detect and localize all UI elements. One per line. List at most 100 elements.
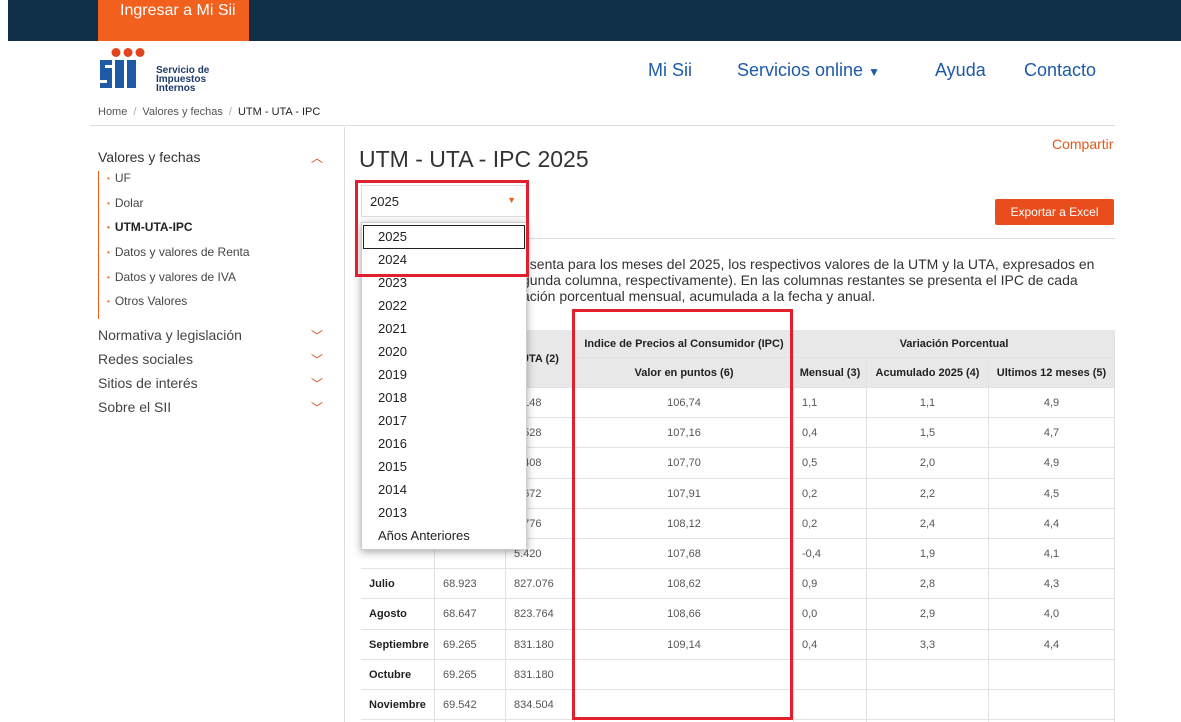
header-mensual: Mensual (3) xyxy=(794,358,867,388)
sidebar-item-otros[interactable]: • Otros Valores xyxy=(107,294,333,319)
table-cell-mes: Noviembre xyxy=(361,690,435,721)
chevron-down-icon: ﹀ xyxy=(310,401,323,416)
logo-text: Servicio de Impuestos Internos xyxy=(156,65,210,94)
sidebar-item-dolar[interactable]: • Dolar xyxy=(107,196,333,221)
table-cell-acum: 1,5 xyxy=(867,418,989,449)
divider xyxy=(344,127,345,722)
table-cell-utm: 69.542 xyxy=(435,690,506,721)
divider xyxy=(90,125,1115,126)
sii-logo-icon xyxy=(100,48,145,88)
table-cell-uta: 823.764 xyxy=(506,599,575,630)
table-cell-mensual xyxy=(794,690,867,721)
sidebar-category-sitios[interactable]: Sitios de interés ﹀ xyxy=(98,375,333,399)
sii-logo[interactable]: Servicio de Impuestos Internos xyxy=(98,48,238,94)
table-cell-utm: 68.647 xyxy=(435,599,506,630)
sidebar-item-renta[interactable]: • Datos y valores de Renta xyxy=(107,245,333,270)
table-cell-acum: 2,8 xyxy=(867,569,989,600)
bullet-icon: • xyxy=(107,248,110,258)
table-cell-u12: 4,1 xyxy=(989,539,1115,570)
table-cell-u12: 4,9 xyxy=(989,448,1115,479)
top-bar: Ingresar a Mi Sii xyxy=(8,0,1181,41)
table-cell-acum: 2,9 xyxy=(867,599,989,630)
table-cell-acum: 2,0 xyxy=(867,448,989,479)
page-description: esenta para los meses del 2025, los resp… xyxy=(522,256,1095,304)
table-cell-mensual: -0,4 xyxy=(794,539,867,570)
highlight-box-year xyxy=(355,180,529,277)
header-var: Variación Porcentual xyxy=(794,330,1115,358)
sidebar-category-sobre[interactable]: Sobre el SII ﹀ xyxy=(98,399,333,423)
login-button[interactable]: Ingresar a Mi Sii xyxy=(98,0,249,41)
table-cell-u12: 4,9 xyxy=(989,388,1115,419)
table-cell-mensual: 0,4 xyxy=(794,629,867,660)
table-cell-acum: 1,1 xyxy=(867,388,989,419)
table-cell-u12 xyxy=(989,690,1115,721)
table-cell-mensual: 0,4 xyxy=(794,418,867,449)
bullet-icon: • xyxy=(107,174,110,183)
highlight-box-ipc xyxy=(572,309,793,720)
year-option[interactable]: 2017 xyxy=(362,410,526,432)
table-cell-mensual: 0,9 xyxy=(794,569,867,600)
sidebar-category-normativa[interactable]: Normativa y legislación ﹀ xyxy=(98,327,333,351)
year-option[interactable]: 2019 xyxy=(362,364,526,386)
nav-servicios-online[interactable]: Servicios online ▼ xyxy=(737,60,880,81)
table-cell-uta: 827.076 xyxy=(506,569,575,600)
table-cell-u12 xyxy=(989,659,1115,690)
breadcrumb-valores[interactable]: Valores y fechas xyxy=(142,106,223,118)
sidebar-item-uf[interactable]: • UF xyxy=(107,171,333,196)
year-option[interactable]: 2020 xyxy=(362,341,526,363)
table-cell-acum xyxy=(867,690,989,721)
nav-mi-sii[interactable]: Mi Sii xyxy=(648,60,692,81)
caret-down-icon: ▼ xyxy=(868,65,880,79)
year-option[interactable]: 2018 xyxy=(362,387,526,409)
nav-ayuda[interactable]: Ayuda xyxy=(935,60,986,81)
breadcrumb-current: UTM - UTA - IPC xyxy=(237,106,321,118)
year-option[interactable]: 2013 xyxy=(362,502,526,524)
table-cell-u12: 4,7 xyxy=(989,418,1115,449)
breadcrumb: Home / Valores y fechas / UTM - UTA - IPC xyxy=(98,106,321,118)
year-option[interactable]: 2022 xyxy=(362,295,526,317)
table-cell-mensual: 0,2 xyxy=(794,508,867,539)
table-cell-mensual: 0,2 xyxy=(794,478,867,509)
year-option[interactable]: 2016 xyxy=(362,433,526,455)
share-link[interactable]: Compartir xyxy=(1052,136,1113,152)
table-cell-utm: 69.265 xyxy=(435,629,506,660)
table-cell-mensual xyxy=(794,659,867,690)
bullet-icon: • xyxy=(107,223,110,233)
table-cell-uta: 831.180 xyxy=(506,659,575,690)
sidebar-item-iva[interactable]: • Datos y valores de IVA xyxy=(107,270,333,295)
sidebar-category-redes[interactable]: Redes sociales ﹀ xyxy=(98,351,333,375)
sidebar: Valores y fechas ︿ • UF • Dolar • UTM-UTA-I… xyxy=(98,149,333,423)
divider xyxy=(528,238,1115,239)
year-option[interactable]: 2015 xyxy=(362,456,526,478)
header-acum: Acumulado 2025 (4) xyxy=(867,358,989,388)
bullet-icon: • xyxy=(107,198,110,208)
table-cell-uta: 834.504 xyxy=(506,690,575,721)
table-cell-acum xyxy=(867,659,989,690)
table-cell-u12: 4,4 xyxy=(989,629,1115,660)
sidebar-section-valores[interactable]: Valores y fechas ︿ xyxy=(98,149,333,169)
sidebar-item-utm-uta-ipc[interactable]: • UTM-UTA-IPC xyxy=(107,220,333,245)
table-cell-mes: Octubre xyxy=(361,659,435,690)
chevron-down-icon: ﹀ xyxy=(310,377,323,392)
sidebar-sub-list: • UF • Dolar • UTM-UTA-IPC • Datos y valores… xyxy=(98,171,333,320)
nav-contacto[interactable]: Contacto xyxy=(1024,60,1096,81)
bullet-icon: • xyxy=(107,272,110,282)
table-cell-acum: 3,3 xyxy=(867,629,989,660)
table-cell-u12: 4,4 xyxy=(989,508,1115,539)
table-cell-mes: Julio xyxy=(361,569,435,600)
year-option[interactable]: 2021 xyxy=(362,318,526,340)
table-cell-u12: 4,5 xyxy=(989,478,1115,509)
site-header: Servicio de Impuestos Internos Mi Sii Se… xyxy=(0,41,1181,103)
chevron-down-icon: ﹀ xyxy=(310,329,323,344)
chevron-down-icon: ﹀ xyxy=(310,353,323,368)
table-cell-u12: 4,3 xyxy=(989,569,1115,600)
table-cell-acum: 1,9 xyxy=(867,539,989,570)
year-option[interactable]: 2014 xyxy=(362,479,526,501)
export-excel-button[interactable]: Exportar a Excel xyxy=(995,199,1114,225)
chevron-up-icon: ︿ xyxy=(310,151,323,165)
table-cell-utm: 68.923 xyxy=(435,569,506,600)
page-title: UTM - UTA - IPC 2025 xyxy=(359,146,589,172)
year-option[interactable]: Años Anteriores xyxy=(362,525,526,547)
breadcrumb-home[interactable]: Home xyxy=(98,106,127,118)
table-cell-mes: Septiembre xyxy=(361,629,435,660)
